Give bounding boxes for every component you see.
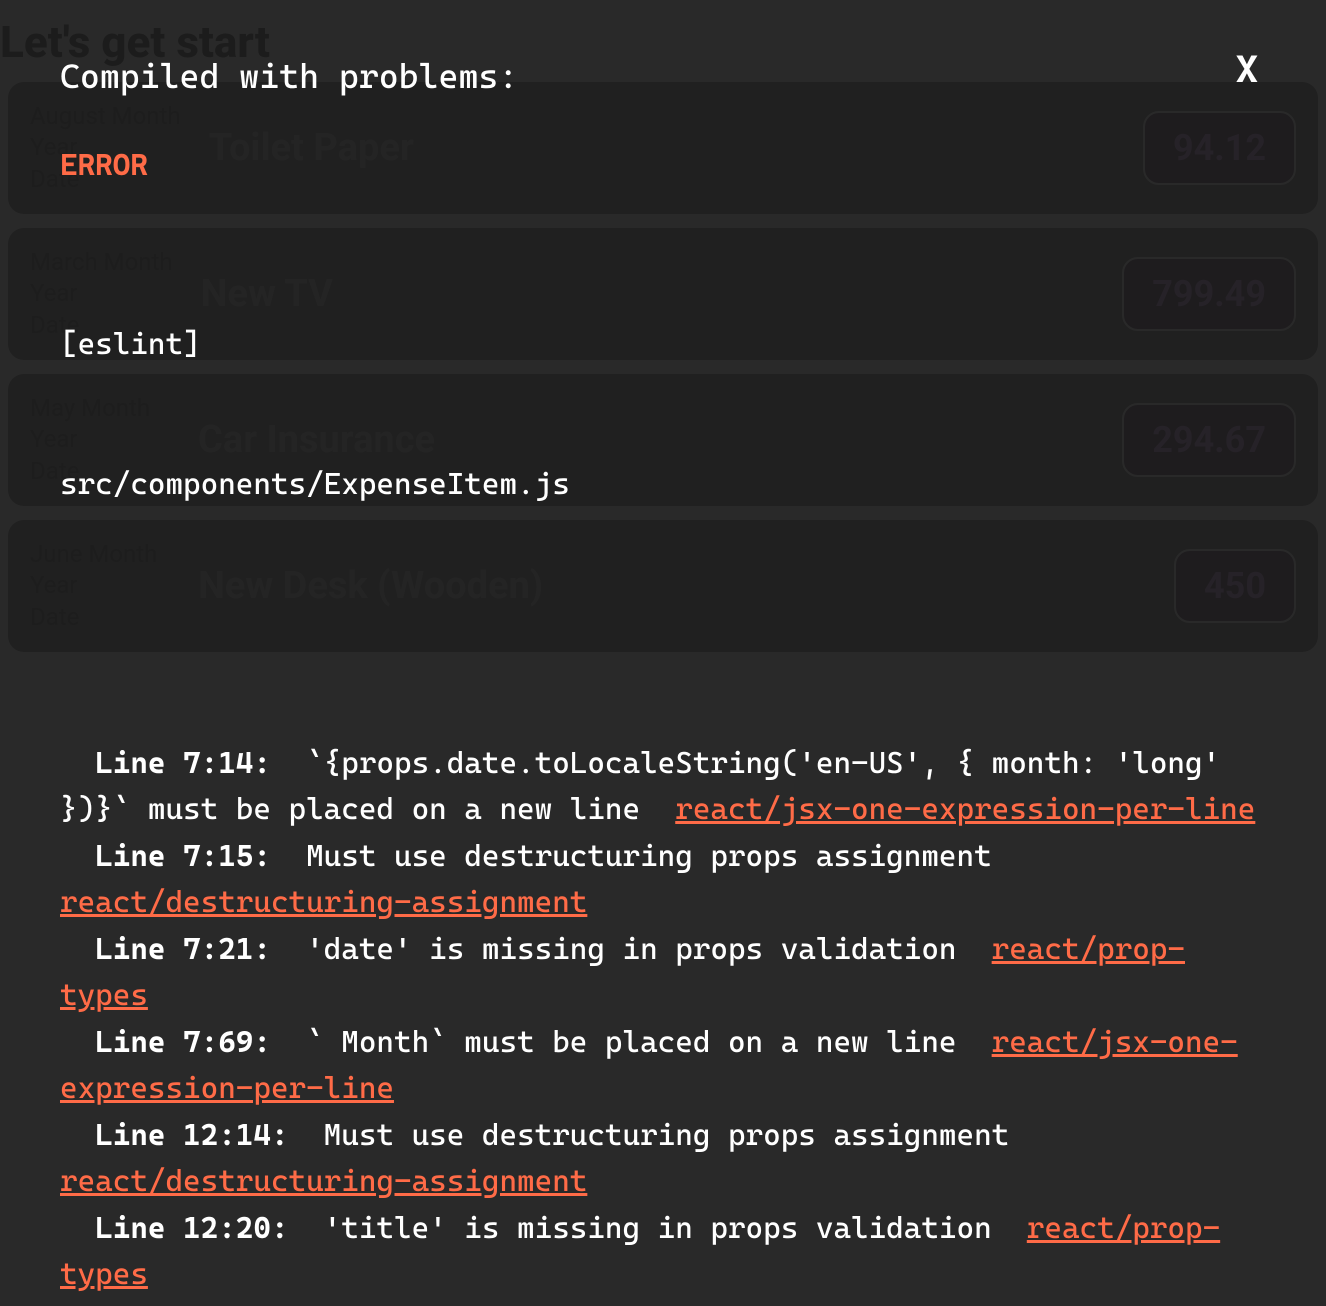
error-message: Must use destructuring props assignment <box>271 839 1027 874</box>
error-location: Line 12:14: <box>95 1118 288 1153</box>
overlay-title: Compiled with problems: <box>60 50 518 103</box>
error-message: 'title' is missing in props validation <box>289 1211 1027 1246</box>
eslint-rule-link[interactable]: react/destructuring-assignment <box>60 885 587 920</box>
error-line: Line 7:21: 'date' is missing in props va… <box>60 927 1266 1020</box>
error-location: Line 7:14: <box>95 746 271 781</box>
error-line: Line 7:15: Must use destructuring props … <box>60 834 1266 927</box>
error-location: Line 12:20: <box>95 1211 288 1246</box>
error-line: Line 13:47: Must use destructuring props… <box>60 1299 1266 1306</box>
error-line: Line 12:20: 'title' is missing in props … <box>60 1206 1266 1299</box>
error-location: Line 7:15: <box>95 839 271 874</box>
error-label: ERROR <box>60 143 1266 190</box>
error-location: Line 7:21: <box>95 932 271 967</box>
close-button[interactable]: X <box>1228 50 1266 88</box>
error-message: ` Month` must be placed on a new line <box>271 1025 992 1060</box>
error-file: src/components/ExpenseItem.js <box>60 462 1266 509</box>
error-message: Must use destructuring props assignment <box>289 1118 1045 1153</box>
error-line: Line 12:14: Must use destructuring props… <box>60 1113 1266 1206</box>
error-overlay: Compiled with problems: X ERROR [eslint]… <box>0 0 1326 1306</box>
eslint-rule-link[interactable]: react/destructuring-assignment <box>60 1164 587 1199</box>
error-line: Line 7:14: `{props.date.toLocaleString('… <box>60 741 1266 834</box>
error-location: Line 7:69: <box>95 1025 271 1060</box>
error-lines: Line 7:14: `{props.date.toLocaleString('… <box>60 601 1266 1306</box>
eslint-tag: [eslint] <box>60 322 1266 369</box>
error-message: 'date' is missing in props validation <box>271 932 992 967</box>
error-line: Line 7:69: ` Month` must be placed on a … <box>60 1020 1266 1113</box>
overlay-header: Compiled with problems: X <box>60 50 1266 103</box>
eslint-rule-link[interactable]: react/jsx-one-expression-per-line <box>675 792 1255 827</box>
error-body: [eslint] src/components/ExpenseItem.js L… <box>60 229 1266 1306</box>
